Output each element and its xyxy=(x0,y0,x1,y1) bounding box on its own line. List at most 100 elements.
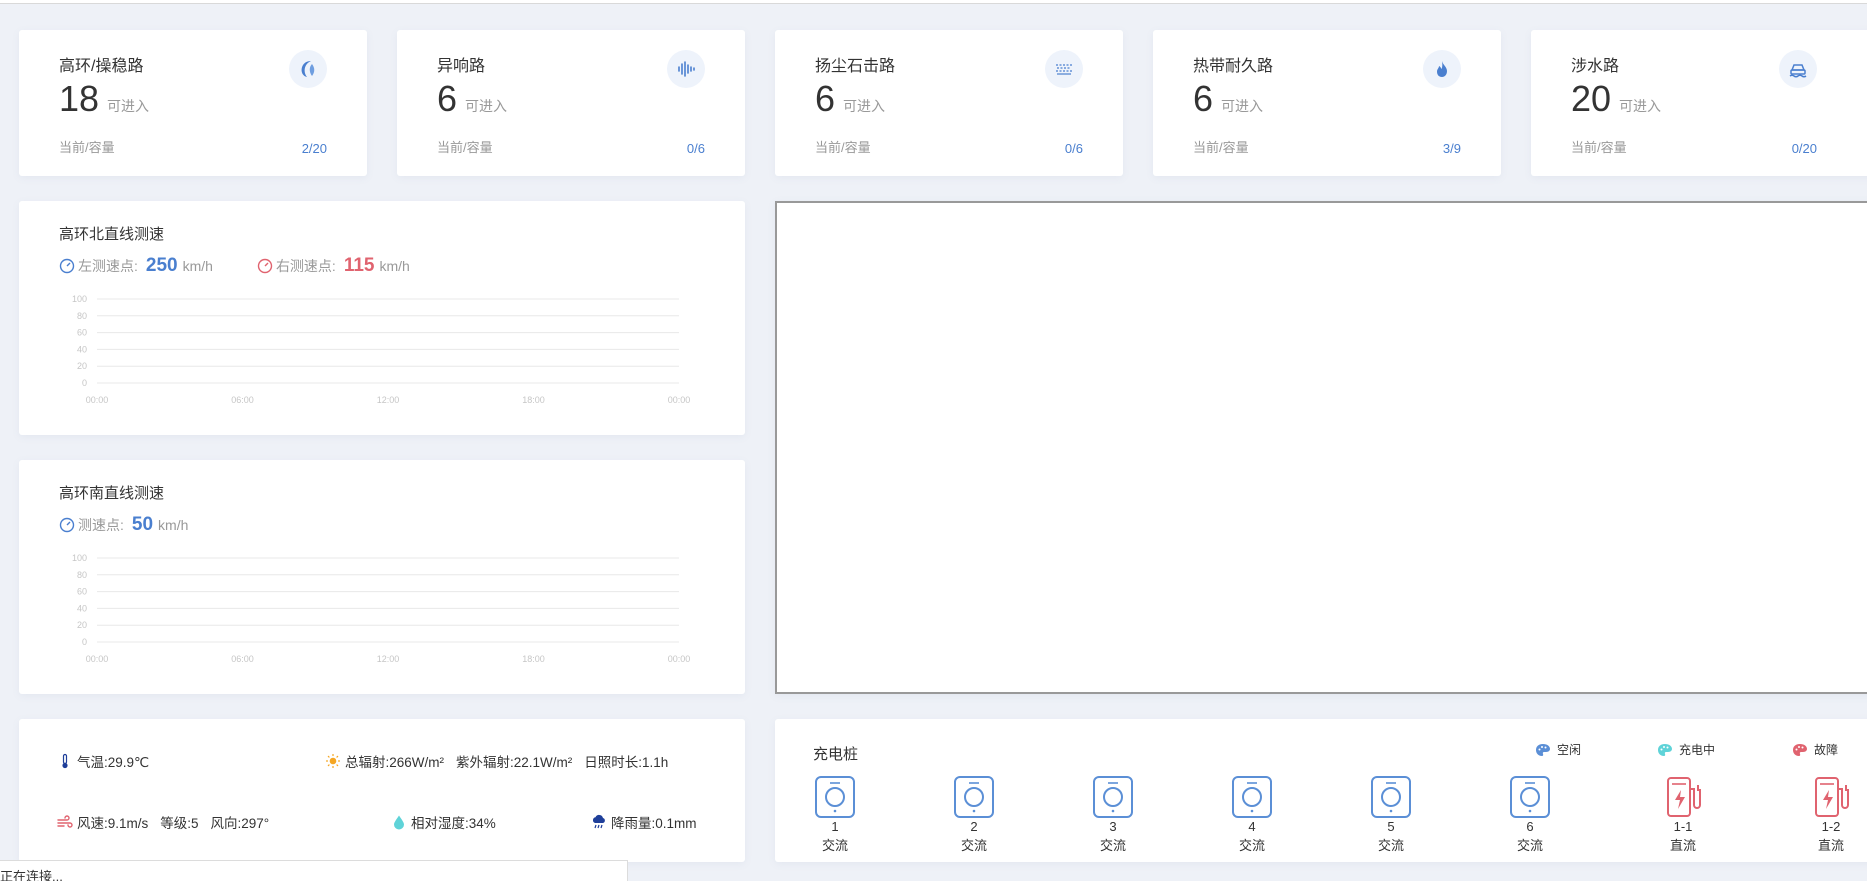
pile-type: 交流 xyxy=(821,838,848,853)
pile-type: 交流 xyxy=(1516,838,1543,853)
y-tick-label: 80 xyxy=(77,570,87,580)
right-point-value: 115 xyxy=(343,255,375,276)
moon-sail-icon xyxy=(289,50,327,88)
south-speed-readout: 测速点: 50 km/h xyxy=(59,514,232,536)
pile-type: 直流 xyxy=(1817,838,1844,853)
y-tick-label: 20 xyxy=(77,361,87,371)
pile-type: 交流 xyxy=(1099,838,1126,853)
charging-pile-5[interactable]: 5 交流 xyxy=(1351,775,1431,854)
charging-pile-1-1[interactable]: 1-1 直流 xyxy=(1643,775,1723,854)
speedometer-icon xyxy=(59,517,75,533)
humidity-item: 相对湿度:34% xyxy=(391,812,508,832)
rain-icon xyxy=(592,814,605,829)
y-tick-label: 0 xyxy=(82,378,87,388)
charging-title: 充电桩 xyxy=(813,746,859,763)
connection-status: 正在连接... xyxy=(0,860,628,881)
capacity-label: 当前/容量 xyxy=(1193,140,1249,155)
stat-title: 异响路 xyxy=(437,58,486,75)
x-tick-label: 12:00 xyxy=(377,654,400,664)
pile-type: 交流 xyxy=(1377,838,1404,853)
ac-charger-idle-icon xyxy=(954,776,994,818)
capacity-value: 0/6 xyxy=(1064,141,1083,156)
x-tick-label: 00:00 xyxy=(86,395,109,405)
stat-count: 20 可进入 xyxy=(1571,78,1662,119)
north-speed-chart: 0 20 40 60 80 100 00:00 06:00 12:00 18:00 00:00 xyxy=(72,294,691,405)
charging-pile-3[interactable]: 3 交流 xyxy=(1073,775,1153,854)
charging-pile-6[interactable]: 6 交流 xyxy=(1490,775,1570,854)
pile-id: 3 xyxy=(1109,819,1117,834)
y-tick-label: 80 xyxy=(77,311,87,321)
stat-count: 18 可进入 xyxy=(59,78,150,119)
stat-card-tropical[interactable]: 热带耐久路 6 可进入 当前/容量 3/9 xyxy=(1153,30,1501,176)
charging-pile-2[interactable]: 2 交流 xyxy=(934,775,1014,854)
stat-title: 扬尘石击路 xyxy=(815,58,896,75)
y-tick-label: 0 xyxy=(82,637,87,647)
soundwave-icon xyxy=(667,50,705,88)
x-tick-label: 00:00 xyxy=(86,654,109,664)
palette-icon xyxy=(1536,743,1550,756)
ac-charger-idle-icon xyxy=(815,776,855,818)
x-tick-label: 18:00 xyxy=(522,654,545,664)
right-point-unit: km/h xyxy=(379,258,410,274)
stat-count: 6 可进入 xyxy=(437,78,508,119)
x-tick-label: 00:00 xyxy=(668,395,691,405)
y-tick-label: 60 xyxy=(77,587,87,597)
pile-id: 6 xyxy=(1526,819,1534,834)
thermometer-icon xyxy=(62,753,68,769)
pile-type: 交流 xyxy=(1238,838,1265,853)
stat-title: 热带耐久路 xyxy=(1193,58,1274,75)
temperature-item: 气温:29.9℃ xyxy=(57,751,161,771)
right-point-label: 右测速点: xyxy=(275,258,336,274)
y-tick-label: 40 xyxy=(77,344,87,354)
stat-card-high-ring[interactable]: 高环/操稳路 18 可进入 当前/容量 2/20 xyxy=(19,30,367,176)
y-tick-label: 100 xyxy=(72,294,87,304)
capacity-value: 2/20 xyxy=(301,141,327,156)
speedometer-icon xyxy=(59,258,75,274)
charging-pile-1-2[interactable]: 1-2 直流 xyxy=(1791,775,1867,854)
y-tick-label: 20 xyxy=(77,620,87,630)
palette-icon xyxy=(1793,743,1807,756)
south-speed-chart: 0 20 40 60 80 100 00:00 06:00 12:00 18:00 00:00 xyxy=(72,553,691,664)
charging-pile-4[interactable]: 4 交流 xyxy=(1212,775,1292,854)
pile-type: 直流 xyxy=(1669,838,1696,853)
pile-id: 5 xyxy=(1387,819,1395,834)
palette-icon xyxy=(1658,743,1672,756)
map-panel[interactable] xyxy=(775,201,1867,694)
sun-icon xyxy=(326,754,340,768)
legend-fault: 故障 xyxy=(1792,741,1838,758)
rain-item: 降雨量:0.1mm xyxy=(591,812,697,832)
left-point-unit: km/h xyxy=(182,258,213,274)
x-tick-label: 18:00 xyxy=(522,395,545,405)
south-speed-title: 高环南直线测速 xyxy=(59,485,165,502)
x-tick-label: 06:00 xyxy=(231,395,254,405)
pile-id: 1-1 xyxy=(1673,819,1693,834)
stat-card-abnormal-noise[interactable]: 异响路 6 可进入 当前/容量 0/6 xyxy=(397,30,745,176)
y-tick-label: 40 xyxy=(77,603,87,613)
x-tick-label: 12:00 xyxy=(377,395,400,405)
speed-point-unit: km/h xyxy=(158,517,189,533)
uv-value: 紫外辐射:22.1W/m² xyxy=(456,755,573,770)
sunshine-value: 日照时长:1.1h xyxy=(584,755,669,770)
dc-charger-fault-icon xyxy=(1667,777,1701,817)
humidity-icon xyxy=(394,815,404,830)
capacity-value: 0/6 xyxy=(686,141,705,156)
stat-card-dust-stone[interactable]: 扬尘石击路 6 可进入 当前/容量 0/6 xyxy=(775,30,1123,176)
speed-point-value: 50 xyxy=(131,514,154,535)
x-tick-label: 00:00 xyxy=(668,654,691,664)
north-speed-title: 高环北直线测速 xyxy=(59,226,165,243)
stat-card-wading[interactable]: 涉水路 20 可进入 当前/容量 0/20 xyxy=(1531,30,1867,176)
y-tick-label: 100 xyxy=(72,553,87,563)
speedometer-icon xyxy=(257,258,273,274)
radiation-item: 总辐射:266W/m² 紫外辐射:22.1W/m² 日照时长:1.1h xyxy=(325,751,668,771)
pile-id: 1-2 xyxy=(1821,819,1841,834)
speed-point-label: 测速点: xyxy=(78,517,124,533)
south-speed-panel: 高环南直线测速 测速点: 50 km/h 0 20 40 60 80 100 00:00 06… xyxy=(19,460,745,694)
pile-id: 4 xyxy=(1248,819,1256,834)
weather-panel: 气温:29.9℃ 总辐射:266W/m² 紫外辐射:22.1W/m² 日照时长:… xyxy=(19,719,745,862)
left-point-value: 250 xyxy=(145,255,178,276)
wind-direction: 风向:297° xyxy=(210,816,270,831)
left-point-label: 左测速点: xyxy=(78,258,138,274)
charging-pile-1[interactable]: 1 交流 xyxy=(795,775,875,854)
pile-type: 交流 xyxy=(960,838,987,853)
ac-charger-idle-icon xyxy=(1510,776,1550,818)
